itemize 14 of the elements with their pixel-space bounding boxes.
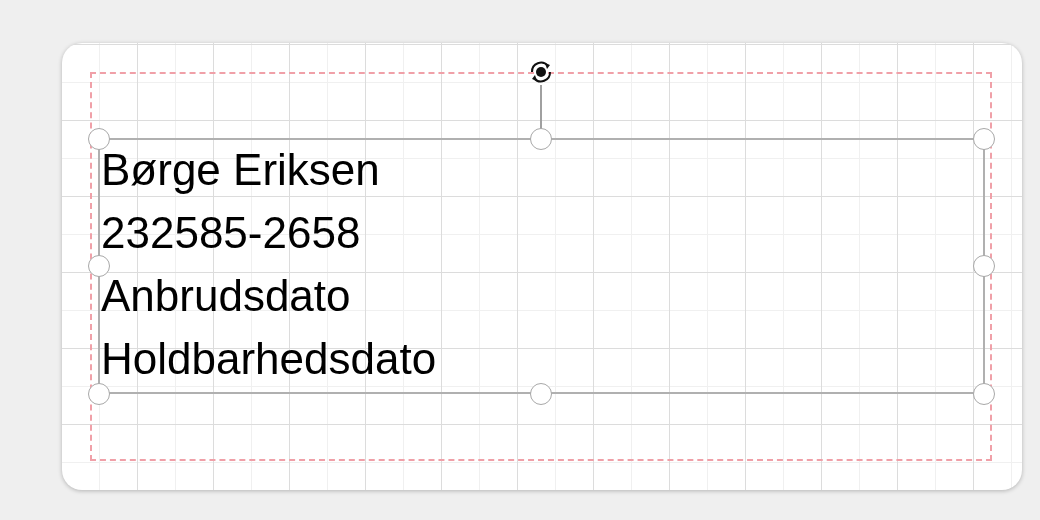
text-box[interactable]: Børge Eriksen 232585-2658 Anbrudsdato Holdbarhedsdato [98,138,985,394]
resize-handle[interactable] [88,383,110,405]
label-text-line: Anbrudsdato [101,270,351,322]
resize-handle[interactable] [530,383,552,405]
resize-handle[interactable] [973,255,995,277]
resize-handle[interactable] [530,128,552,150]
resize-handle[interactable] [973,128,995,150]
rotate-handle-icon[interactable] [528,59,554,85]
label-text-line: Holdbarhedsdato [101,333,437,385]
resize-handle[interactable] [88,255,110,277]
label-text-line: 232585-2658 [101,207,361,259]
resize-handle[interactable] [88,128,110,150]
label-text-line: Børge Eriksen [101,144,380,196]
resize-handle[interactable] [973,383,995,405]
